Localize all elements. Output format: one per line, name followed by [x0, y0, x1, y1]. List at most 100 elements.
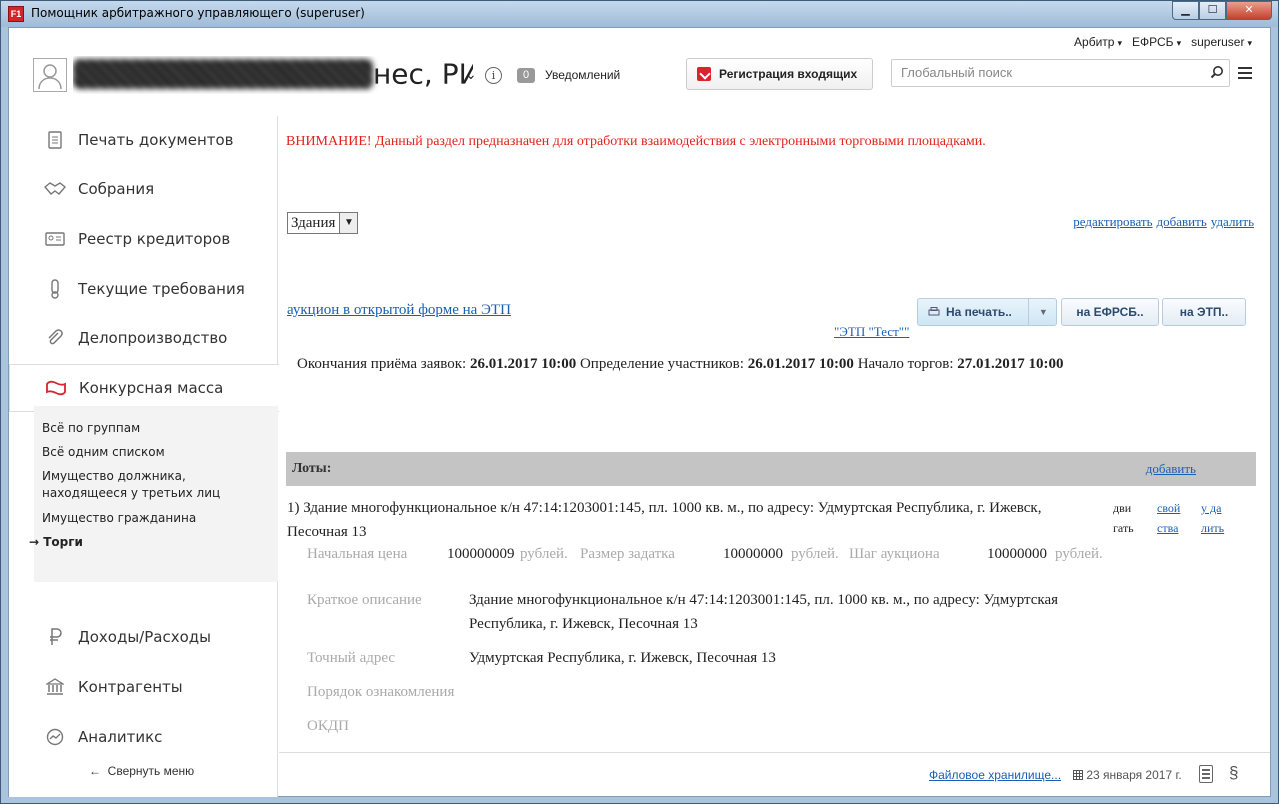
lots-header: Лоты: добавить [286, 452, 1256, 486]
add-lot-link[interactable]: добавить [1146, 452, 1196, 486]
close-button[interactable]: ✕ [1226, 1, 1272, 20]
submenu-item-by-groups[interactable]: Всё по группам [42, 420, 140, 437]
collapse-menu-label: Свернуть меню [107, 764, 195, 778]
notifications-count[interactable]: 0 [517, 68, 536, 83]
sidebar-item-label: Печать документов [78, 131, 234, 149]
section-icon[interactable]: § [1229, 763, 1238, 783]
sidebar-item-creditors-registry[interactable]: Реестр кредиторов [9, 215, 278, 263]
etp-button[interactable]: на ЭТП.. [1162, 298, 1246, 326]
minimize-button[interactable]: ▁ [1172, 1, 1199, 20]
id-card-icon [44, 228, 66, 250]
avatar[interactable] [33, 58, 67, 92]
search-icon[interactable] [1210, 65, 1224, 79]
submenu-item-single-list[interactable]: Всё одним списком [42, 444, 165, 461]
file-storage-link[interactable]: Файловое хранилище... [929, 768, 1061, 782]
analytics-icon [44, 726, 66, 748]
chevron-down-icon: ▼ [339, 213, 358, 233]
redacted-text [73, 59, 373, 89]
lots-label: Лоты: [292, 461, 332, 476]
delete-lot-link[interactable]: у да лить [1201, 498, 1229, 538]
sidebar-item-bankruptcy-estate[interactable]: Конкурсная масса [9, 364, 279, 412]
arrow-right-icon: → [29, 535, 40, 549]
main-content: ВНИМАНИЕ! Данный раздел предназначен для… [279, 116, 1270, 752]
print-button[interactable]: На печать.. ▼ [917, 298, 1057, 326]
currency-label: рублей. [1055, 546, 1103, 562]
arrow-left-icon: ← [89, 764, 101, 778]
calendar-icon [1073, 770, 1083, 780]
sidebar-item-meetings[interactable]: Собрания [9, 165, 278, 213]
paperclip-icon [44, 327, 66, 349]
etp-link[interactable]: "ЭТП "Тест"" [834, 324, 909, 340]
inspection-order-label: Порядок ознакомления [307, 684, 455, 700]
submenu-item-citizen-property[interactable]: Имущество гражданина [42, 510, 196, 527]
status-bar: Файловое хранилище... 23 января 2017 г. … [279, 752, 1270, 797]
sidebar-item-income-expenses[interactable]: Доходы/Расходы [9, 613, 278, 661]
lot-properties-link[interactable]: свой ства [1157, 498, 1185, 538]
start-value: 27.01.2017 10:00 [957, 356, 1064, 372]
sidebar-item-label: Собрания [78, 180, 155, 198]
start-price-label: Начальная цена [307, 546, 408, 562]
calculator-icon[interactable] [1199, 765, 1213, 783]
start-label: Начало торгов: [857, 356, 954, 372]
arbiter-menu[interactable]: Арбитр ▾ [1074, 35, 1122, 49]
sidebar-item-label: Аналитикс [78, 728, 163, 746]
submenu-item-label: Торги [43, 535, 83, 549]
current-date[interactable]: 23 января 2017 г. [1073, 768, 1182, 782]
efrsb-button[interactable]: на ЕФРСБ.. [1061, 298, 1159, 326]
submenu-item-trades[interactable]: → Торги [29, 534, 83, 551]
hamburger-menu-icon[interactable] [1238, 67, 1252, 79]
window-title: Помощник арбитражного управляющего (supe… [31, 6, 365, 20]
step-value: 10000000 [987, 546, 1047, 562]
sidebar-item-analytics[interactable]: Аналитикс [9, 713, 278, 761]
notifications-label[interactable]: Уведомлений [545, 68, 620, 82]
app-icon: F1 [8, 6, 24, 22]
current-date-label: 23 января 2017 г. [1086, 768, 1182, 782]
sidebar: Печать документов Собрания Реестр кредит… [9, 116, 279, 797]
bank-icon [44, 676, 66, 698]
add-link[interactable]: добавить [1157, 214, 1207, 230]
collapse-menu-button[interactable]: ← Свернуть меню [89, 764, 194, 778]
global-search-input[interactable]: Глобальный поиск [891, 59, 1230, 87]
okdp-label: ОКДП [307, 718, 349, 734]
app-client: Арбитр ▾ ЕФРСБ ▾ superuser ▾ нес, РИ ⌄ i 0 … [8, 27, 1271, 797]
user-menu[interactable]: superuser ▾ [1191, 35, 1252, 49]
printer-icon [928, 307, 940, 316]
maximize-button[interactable]: ☐ [1199, 1, 1226, 20]
edit-link[interactable]: редактировать [1073, 214, 1152, 230]
organization-name[interactable]: нес, РИ [73, 56, 473, 94]
deposit-value: 10000000 [723, 546, 783, 562]
download-icon [697, 67, 711, 81]
ruble-icon [44, 626, 66, 648]
organization-suffix: нес, РИ [373, 57, 473, 91]
submenu-item-third-party-property[interactable]: Имущество должника, находящееся у третьи… [42, 468, 232, 502]
app-window: F1 Помощник арбитражного управляющего (s… [0, 0, 1279, 804]
currency-label: рублей. [520, 546, 568, 562]
sidebar-item-counterparties[interactable]: Контрагенты [9, 663, 278, 711]
delete-link[interactable]: удалить [1211, 214, 1254, 230]
category-select-value: Здания [291, 215, 336, 231]
handshake-icon [44, 178, 66, 200]
deposit-label: Размер задатка [580, 546, 675, 562]
lot-actions: дви гать свой ства у да лить [1113, 498, 1229, 538]
auction-link[interactable]: аукцион в открытой форме на ЭТП [287, 302, 511, 319]
chevron-down-icon[interactable]: ⌄ [465, 66, 477, 83]
sidebar-item-records-management[interactable]: Делопроизводство [9, 314, 278, 362]
user-icon [38, 64, 62, 90]
title-bar[interactable]: F1 Помощник арбитражного управляющего (s… [1, 1, 1278, 27]
wallet-icon [45, 377, 67, 399]
sidebar-item-label: Конкурсная масса [79, 379, 224, 397]
sidebar-item-print-documents[interactable]: Печать документов [9, 116, 278, 164]
info-icon[interactable]: i [485, 67, 502, 84]
sidebar-item-label: Контрагенты [78, 678, 183, 696]
sidebar-item-label: Реестр кредиторов [78, 230, 231, 248]
register-incoming-button[interactable]: Регистрация входящих [686, 58, 873, 90]
move-lot-link[interactable]: дви гать [1113, 498, 1141, 538]
category-select[interactable]: Здания ▼ [287, 212, 359, 234]
chevron-down-icon[interactable]: ▼ [1027, 299, 1048, 325]
register-incoming-label: Регистрация входящих [719, 67, 858, 81]
efrsb-menu[interactable]: ЕФРСБ ▾ [1132, 35, 1181, 49]
top-menu: Арбитр ▾ ЕФРСБ ▾ superuser ▾ [1074, 35, 1252, 49]
sidebar-item-current-claims[interactable]: Текущие требования [9, 265, 278, 313]
search-placeholder: Глобальный поиск [901, 65, 1013, 80]
sidebar-item-label: Текущие требования [78, 280, 245, 298]
